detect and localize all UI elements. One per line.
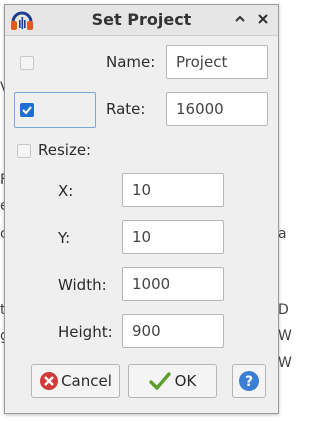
width-field-value: 1000 xyxy=(132,275,171,293)
rate-field[interactable]: 16000 xyxy=(166,92,268,126)
name-label: Name: xyxy=(106,53,156,71)
help-button[interactable]: ? xyxy=(232,364,266,398)
background-text-fragment: D xyxy=(278,302,289,318)
green-checkmark-icon xyxy=(148,372,171,390)
background-text-fragment: W xyxy=(278,328,292,344)
set-project-dialog: Set Project Name: Project Rate: 16000 Re… xyxy=(4,4,279,414)
close-button[interactable] xyxy=(254,10,272,28)
red-x-circle-icon xyxy=(40,372,59,390)
blue-question-circle-icon: ? xyxy=(239,371,259,391)
close-icon xyxy=(258,14,268,24)
checkmark-icon xyxy=(22,106,32,115)
title-bar[interactable]: Set Project xyxy=(5,5,278,36)
x-field-value: 10 xyxy=(132,181,152,199)
help-glyph: ? xyxy=(245,374,253,390)
rate-field-value: 16000 xyxy=(176,100,224,118)
y-field-value: 10 xyxy=(132,228,152,246)
cancel-button[interactable]: Cancel xyxy=(31,364,120,398)
collapse-button[interactable] xyxy=(231,10,249,28)
x-label: X: xyxy=(58,182,74,200)
height-label: Height: xyxy=(58,323,113,341)
background-text-fragment: a xyxy=(278,226,287,242)
height-field[interactable]: 900 xyxy=(122,314,224,348)
rate-label: Rate: xyxy=(106,100,146,118)
height-field-value: 900 xyxy=(132,322,161,340)
name-field[interactable]: Project xyxy=(166,45,268,79)
x-field[interactable]: 10 xyxy=(122,173,224,207)
ok-label: OK xyxy=(174,372,197,390)
resize-checkbox[interactable] xyxy=(17,144,31,158)
background-text-fragment: W xyxy=(278,355,292,371)
cancel-label: Cancel xyxy=(61,372,112,390)
chevron-up-icon xyxy=(235,15,245,22)
resize-label: Resize: xyxy=(38,141,92,159)
y-label: Y: xyxy=(58,229,71,247)
rate-checkbox[interactable] xyxy=(20,103,34,117)
width-field[interactable]: 1000 xyxy=(122,267,224,301)
y-field[interactable]: 10 xyxy=(122,220,224,254)
ok-button[interactable]: OK xyxy=(128,364,217,398)
name-field-value: Project xyxy=(176,53,228,71)
name-checkbox[interactable] xyxy=(20,56,34,70)
width-label: Width: xyxy=(58,276,107,294)
